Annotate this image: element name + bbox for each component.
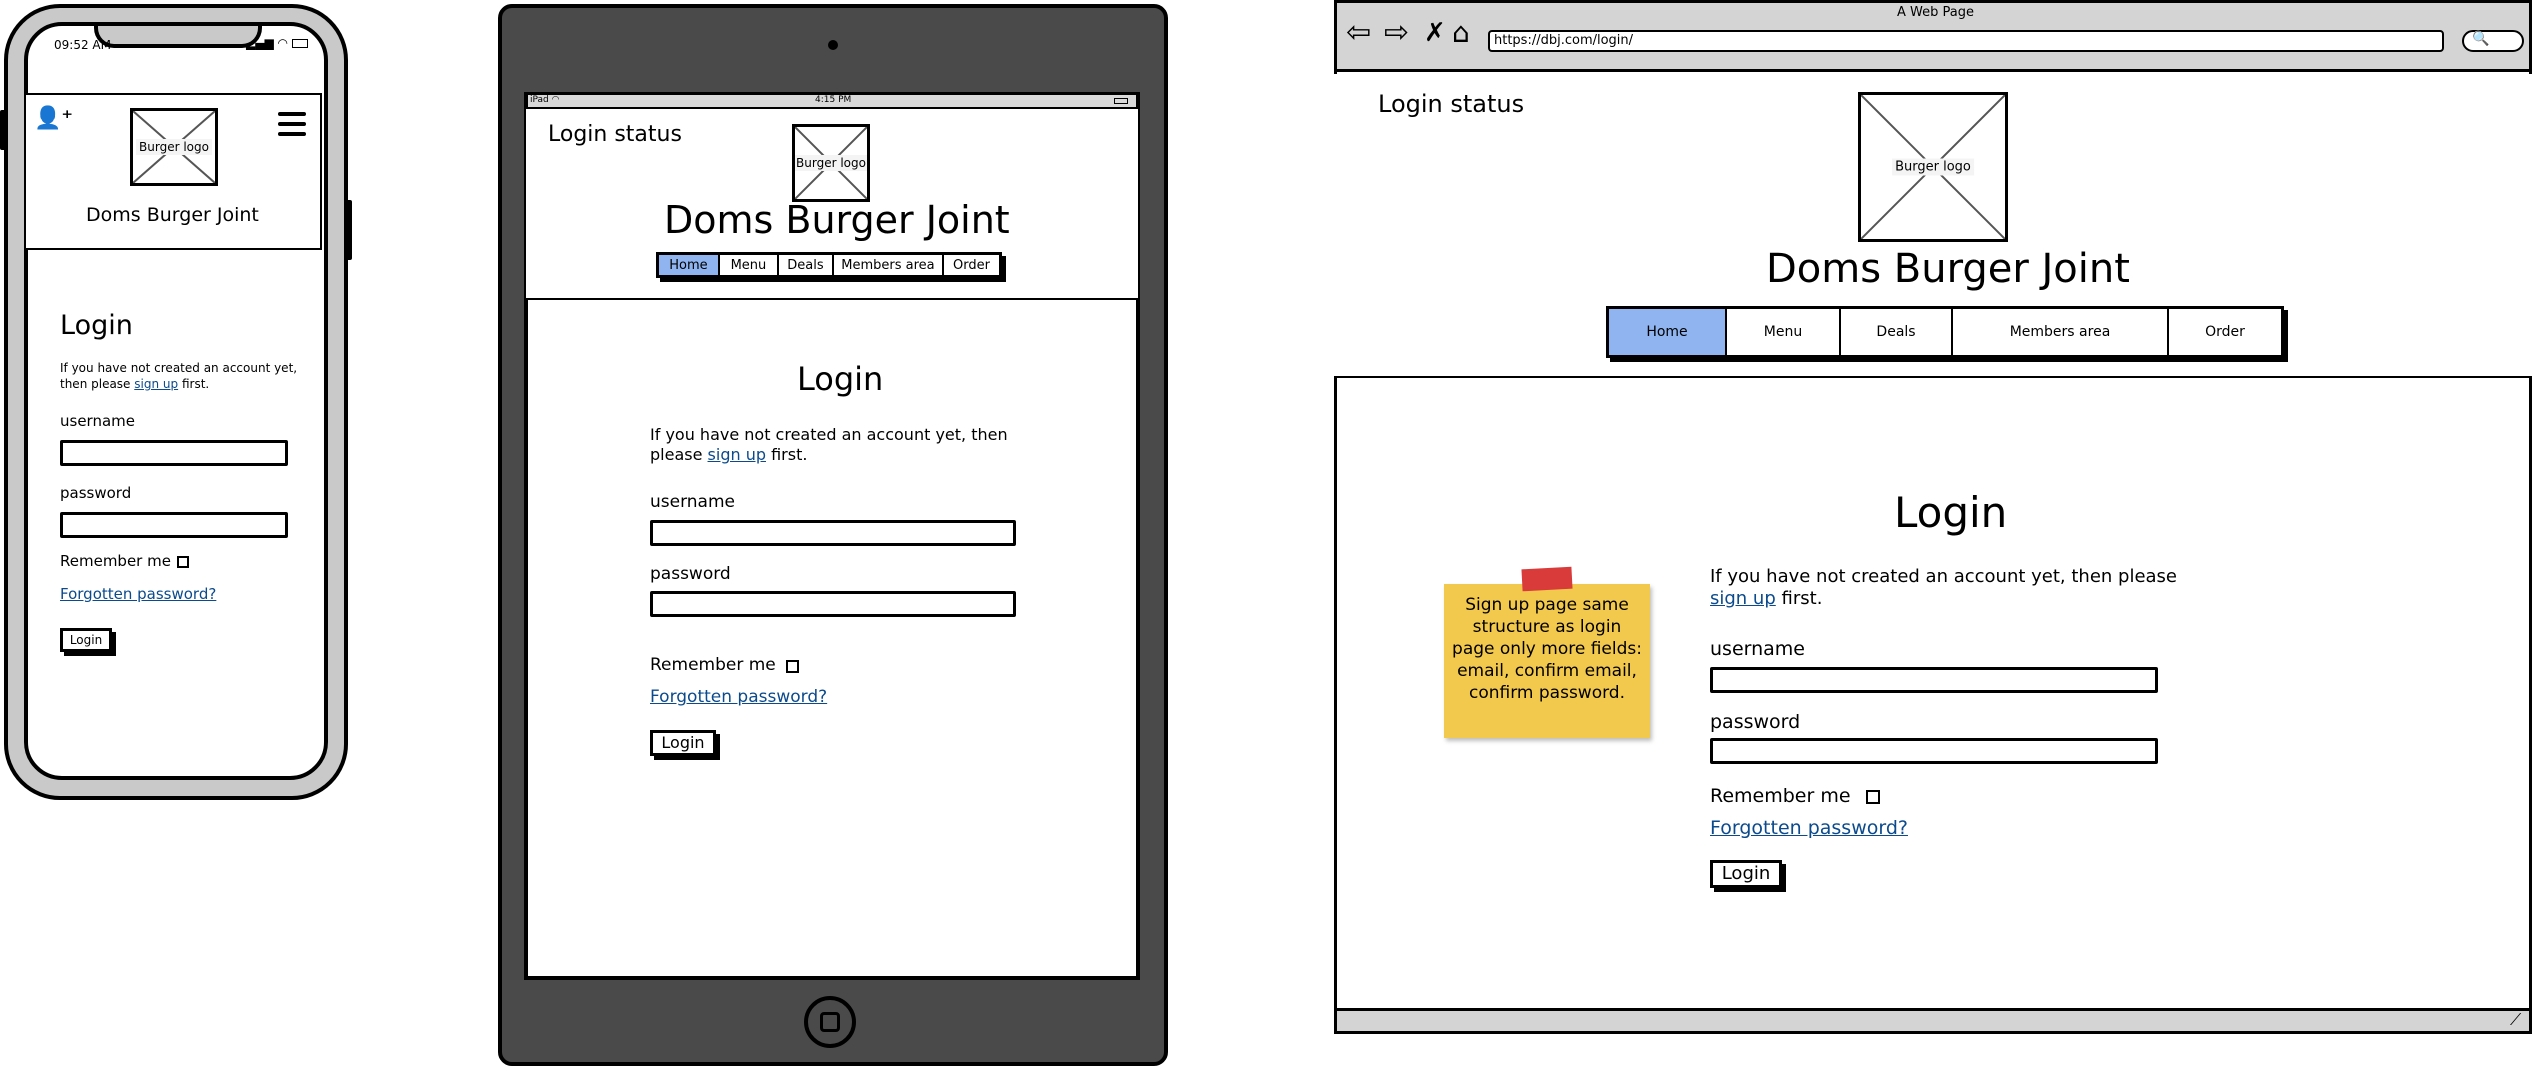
browser-site-title: Doms Burger Joint: [1766, 246, 2130, 292]
tablet-username-input[interactable]: [650, 520, 1016, 546]
phone-login-heading: Login: [60, 310, 133, 341]
logo-caption: Burger logo: [136, 139, 212, 155]
nav-members-area[interactable]: Members area: [834, 255, 944, 275]
browser-remember-label: Remember me: [1710, 785, 1851, 807]
phone-site-title: Doms Burger Joint: [86, 204, 259, 226]
sign-up-link[interactable]: sign up: [708, 445, 766, 464]
sign-up-link[interactable]: sign up: [134, 377, 178, 391]
tablet-nav-bar: Home Menu Deals Members area Order: [656, 252, 1002, 278]
nav-menu[interactable]: Menu: [720, 255, 779, 275]
signal-icon: ▂▄▆: [246, 36, 274, 50]
home-square-icon: [820, 1012, 840, 1032]
nav-deals[interactable]: Deals: [1841, 309, 1953, 355]
tablet-login-status: Login status: [548, 122, 682, 147]
phone-username-input[interactable]: [60, 440, 288, 466]
tablet-status-carrier: iPad ◠: [530, 95, 560, 105]
sign-up-link[interactable]: sign up: [1710, 588, 1776, 609]
phone-username-label: username: [60, 412, 135, 430]
phone-side-button-left: [0, 110, 6, 150]
phone-intro-line2: then please sign up first.: [60, 377, 210, 391]
browser-login-heading: Login: [1894, 488, 2008, 537]
phone-status-icons: ▂▄▆ ◠: [246, 36, 308, 50]
battery-icon: [1114, 98, 1128, 104]
browser-intro-line2: sign up first.: [1710, 588, 1823, 609]
browser-login-status: Login status: [1378, 90, 1525, 118]
browser-password-input[interactable]: [1710, 738, 2158, 764]
browser-username-input[interactable]: [1710, 667, 2158, 693]
tablet-password-label: password: [650, 564, 731, 584]
tablet-login-heading: Login: [797, 360, 884, 398]
phone-remember-label: Remember me: [60, 552, 171, 570]
nav-home[interactable]: Home: [659, 255, 720, 275]
tablet-forgot-link[interactable]: Forgotten password?: [650, 687, 827, 707]
phone-remember-checkbox[interactable]: [177, 556, 189, 568]
logo-caption: Burger logo: [795, 155, 867, 171]
tablet-status-time: 4:15 PM: [815, 95, 852, 105]
browser-password-label: password: [1710, 711, 1801, 733]
phone-password-input[interactable]: [60, 512, 288, 538]
browser-intro-line1: If you have not created an account yet, …: [1710, 566, 2178, 587]
wifi-icon: ◠: [551, 95, 560, 105]
wifi-icon: ◠: [277, 36, 288, 50]
address-bar-url: https://dbj.com/login/: [1494, 33, 1634, 48]
tablet-intro-line1: If you have not created an account yet, …: [650, 425, 1008, 444]
phone-login-button[interactable]: Login: [60, 628, 112, 652]
tablet-burger-logo: Burger logo: [792, 124, 870, 202]
tablet-username-label: username: [650, 492, 735, 512]
tablet-password-input[interactable]: [650, 591, 1016, 617]
nav-members-area[interactable]: Members area: [1953, 309, 2169, 355]
phone-password-label: password: [60, 484, 132, 502]
phone-status-time: 09:52 AM: [54, 38, 111, 52]
forward-arrow-icon[interactable]: ⇨: [1384, 18, 1409, 48]
browser-nav-bar: Home Menu Deals Members area Order: [1606, 306, 2284, 358]
logo-caption: Burger logo: [1892, 158, 1974, 176]
hamburger-menu-icon[interactable]: [278, 112, 306, 138]
phone-side-button-right: [346, 200, 352, 260]
nav-order[interactable]: Order: [2169, 309, 2281, 355]
search-icon: 🔍: [2472, 31, 2490, 47]
nav-menu[interactable]: Menu: [1727, 309, 1841, 355]
nav-home[interactable]: Home: [1609, 309, 1727, 355]
nav-order[interactable]: Order: [944, 255, 999, 275]
add-user-icon[interactable]: 👤⁺: [34, 106, 73, 131]
browser-search-box[interactable]: 🔍: [2462, 30, 2524, 52]
address-bar[interactable]: https://dbj.com/login/: [1488, 30, 2444, 52]
phone-forgot-link[interactable]: Forgotten password?: [60, 585, 216, 603]
tablet-home-button[interactable]: [804, 996, 856, 1048]
phone-burger-logo: Burger logo: [130, 108, 218, 186]
tablet-site-title: Doms Burger Joint: [664, 198, 1010, 242]
back-arrow-icon[interactable]: ⇦: [1346, 18, 1371, 48]
tablet-intro-line2: please sign up first.: [650, 445, 808, 464]
browser-burger-logo: Burger logo: [1858, 92, 2008, 242]
browser-login-button[interactable]: Login: [1710, 860, 1782, 888]
browser-status-bar: [1334, 1008, 2532, 1034]
sticky-note-text: Sign up page same structure as login pag…: [1452, 595, 1642, 703]
tablet-remember-label: Remember me: [650, 655, 776, 675]
browser-remember-checkbox[interactable]: [1866, 790, 1880, 804]
resize-grip-icon[interactable]: ⟋: [2510, 1010, 2521, 1030]
browser-username-label: username: [1710, 638, 1805, 660]
tablet-camera: [828, 40, 838, 50]
phone-intro-line1: If you have not created an account yet,: [60, 361, 298, 375]
phone-notch: [94, 26, 262, 48]
battery-icon: [291, 39, 308, 48]
sticky-note-tape: [1521, 566, 1573, 592]
home-icon[interactable]: ⌂: [1452, 18, 1470, 48]
browser-forgot-link[interactable]: Forgotten password?: [1710, 817, 1908, 839]
browser-window-title: A Web Page: [1897, 5, 1974, 20]
tablet-remember-checkbox[interactable]: [786, 660, 799, 673]
close-icon[interactable]: ✗: [1424, 18, 1446, 48]
tablet-login-button[interactable]: Login: [650, 730, 716, 756]
nav-deals[interactable]: Deals: [779, 255, 834, 275]
